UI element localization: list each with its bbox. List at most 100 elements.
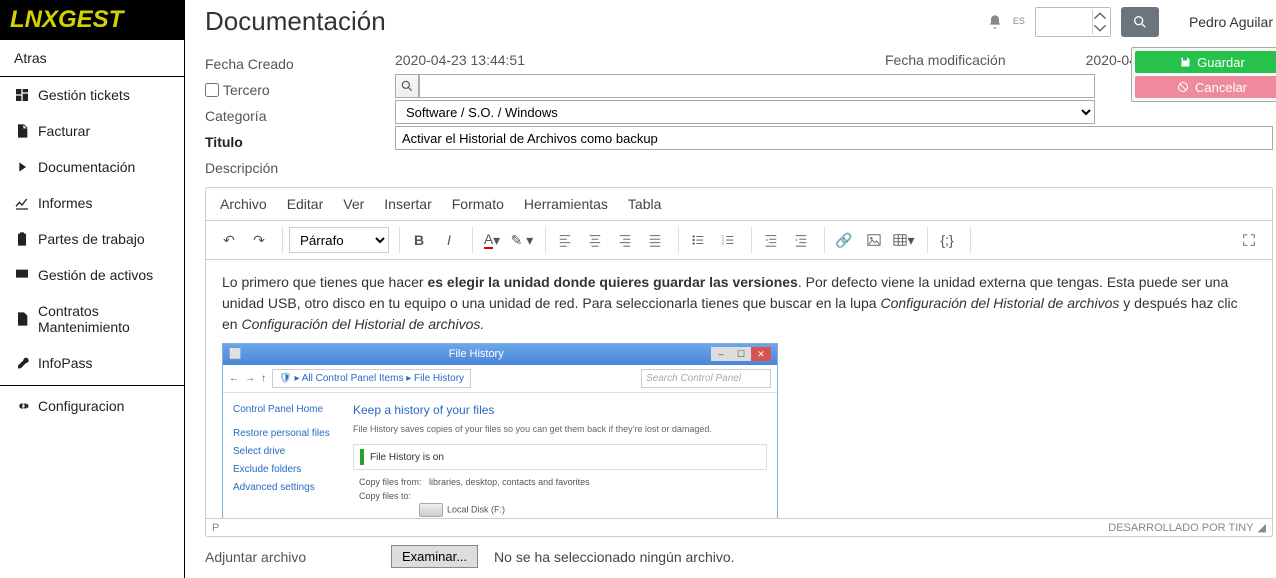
undo-button[interactable]: ↶ <box>216 227 242 253</box>
categoria-select[interactable]: Software / S.O. / Windows <box>395 100 1095 124</box>
sidebar-item-infopass[interactable]: InfoPass <box>0 345 184 381</box>
label-categoria: Categoría <box>205 103 375 129</box>
save-icon <box>1179 56 1191 68</box>
form-labels: Fecha Creado Tercero Categoría Titulo De… <box>205 47 375 181</box>
monitor-icon <box>14 267 30 283</box>
label-fecha-creado: Fecha Creado <box>205 51 375 77</box>
page-title: Documentación <box>205 6 386 37</box>
sidebar-item-label: Gestión tickets <box>38 87 130 103</box>
bullet-list-button[interactable] <box>685 227 711 253</box>
chart-line-icon <box>14 195 30 211</box>
menu-ver[interactable]: Ver <box>343 196 364 212</box>
value-fecha-creado: 2020-04-23 13:44:51 <box>395 52 525 68</box>
editor-powered-by: DESARROLLADO POR TINY <box>1108 522 1253 534</box>
editor-toolbar: ↶ ↷ Párrafo B I A ▾ ✎ ▾ <box>206 221 1272 260</box>
label-tercero: Tercero <box>223 82 270 98</box>
menu-herramientas[interactable]: Herramientas <box>524 196 608 212</box>
menu-formato[interactable]: Formato <box>452 196 504 212</box>
editor-content[interactable]: Lo primero que tienes que hacer es elegi… <box>206 260 1272 518</box>
cancel-button[interactable]: Cancelar <box>1135 76 1276 98</box>
align-center-button[interactable] <box>582 227 608 253</box>
sidebar-item-activos[interactable]: Gestión de activos <box>0 257 184 293</box>
number-list-button[interactable]: 123 <box>715 227 741 253</box>
align-left-button[interactable] <box>552 227 578 253</box>
browse-button[interactable]: Examinar... <box>391 545 478 568</box>
sidebar-item-informes[interactable]: Informes <box>0 185 184 221</box>
sidebar-item-label: Partes de trabajo <box>38 231 145 247</box>
label-adjuntar: Adjuntar archivo <box>205 549 375 565</box>
file-alt-icon <box>14 311 30 327</box>
sidebar-item-config[interactable]: Configuracion <box>0 388 184 424</box>
menu-editar[interactable]: Editar <box>287 196 324 212</box>
image-button[interactable] <box>861 227 887 253</box>
label-fecha-mod: Fecha modificación <box>885 52 1006 68</box>
user-name[interactable]: Pedro Aguilar <box>1189 14 1273 30</box>
indent-button[interactable] <box>788 227 814 253</box>
editor-path: P <box>212 522 219 534</box>
sidebar-item-label: Atras <box>14 50 47 66</box>
paragraph-select[interactable]: Párrafo <box>289 227 389 253</box>
highlight-button[interactable]: ✎ ▾ <box>509 227 535 253</box>
sidebar-item-label: Facturar <box>38 123 90 139</box>
sidebar-item-partes[interactable]: Partes de trabajo <box>0 221 184 257</box>
bell-icon[interactable] <box>987 14 1003 30</box>
search-icon <box>1132 14 1148 30</box>
sidebar-item-documentacion[interactable]: Documentación <box>0 149 184 185</box>
titulo-input[interactable] <box>395 126 1273 150</box>
sidebar-item-contratos[interactable]: Contratos Mantenimiento <box>0 293 184 345</box>
menu-insertar[interactable]: Insertar <box>384 196 431 212</box>
bold-button[interactable]: B <box>406 227 432 253</box>
attach-row: Adjuntar archivo Examinar... No se ha se… <box>185 537 1276 576</box>
code-button[interactable]: {;} <box>934 227 960 253</box>
sidebar-item-label: Configuracion <box>38 398 124 414</box>
fullscreen-button[interactable] <box>1236 227 1262 253</box>
align-right-button[interactable] <box>612 227 638 253</box>
cancel-icon <box>1177 81 1189 93</box>
label-titulo: Titulo <box>205 129 375 155</box>
svg-text:3: 3 <box>722 241 724 245</box>
dashboard-icon <box>14 87 30 103</box>
language-code[interactable]: ES <box>1013 17 1025 26</box>
sidebar-back[interactable]: Atras <box>0 40 184 77</box>
gears-icon <box>14 398 30 414</box>
redo-button[interactable]: ↷ <box>246 227 272 253</box>
sidebar-item-label: Gestión de activos <box>38 267 153 283</box>
logo: LNXGEST <box>0 0 184 40</box>
editor-menubar: Archivo Editar Ver Insertar Formato Herr… <box>206 188 1272 221</box>
top-search-button[interactable] <box>1121 7 1159 37</box>
key-icon <box>14 355 30 371</box>
attach-status: No se ha seleccionado ningún archivo. <box>494 549 735 565</box>
menu-archivo[interactable]: Archivo <box>220 196 267 212</box>
embedded-screenshot: ⬜ File History –☐✕ ←→↑ 🛡 ▸ All Control P… <box>222 343 778 518</box>
outdent-button[interactable] <box>758 227 784 253</box>
topbar: Documentación ES Pedro Aguilar <box>185 0 1276 47</box>
menu-tabla[interactable]: Tabla <box>628 196 661 212</box>
sidebar-item-facturar[interactable]: Facturar <box>0 113 184 149</box>
sidebar: LNXGEST Atras Gestión tickets Facturar D… <box>0 0 185 578</box>
editor-statusbar: P DESARROLLADO POR TINY ◢ <box>206 518 1272 536</box>
action-panel: Guardar Cancelar <box>1131 47 1276 102</box>
text-color-button[interactable]: A ▾ <box>479 227 505 253</box>
sidebar-item-label: InfoPass <box>38 355 92 371</box>
align-justify-button[interactable] <box>642 227 668 253</box>
tercero-checkbox[interactable] <box>205 83 219 97</box>
save-button[interactable]: Guardar <box>1135 51 1276 73</box>
caret-right-icon <box>14 159 30 175</box>
top-search-wrap <box>1035 7 1111 37</box>
search-icon <box>400 79 414 93</box>
sidebar-item-tickets[interactable]: Gestión tickets <box>0 77 184 113</box>
italic-button[interactable]: I <box>436 227 462 253</box>
link-button[interactable]: 🔗 <box>831 227 857 253</box>
sidebar-item-label: Contratos Mantenimiento <box>38 303 170 335</box>
rich-text-editor: Archivo Editar Ver Insertar Formato Herr… <box>205 187 1273 537</box>
lookup-button[interactable] <box>395 74 419 98</box>
top-search-input[interactable] <box>1036 10 1092 33</box>
spinner-buttons[interactable] <box>1092 10 1110 34</box>
tercero-input[interactable] <box>419 74 1095 98</box>
file-icon <box>14 123 30 139</box>
sidebar-item-label: Informes <box>38 195 92 211</box>
label-descripcion: Descripción <box>205 155 375 181</box>
clipboard-icon <box>14 231 30 247</box>
table-button[interactable]: ▾ <box>891 227 917 253</box>
sidebar-item-label: Documentación <box>38 159 135 175</box>
